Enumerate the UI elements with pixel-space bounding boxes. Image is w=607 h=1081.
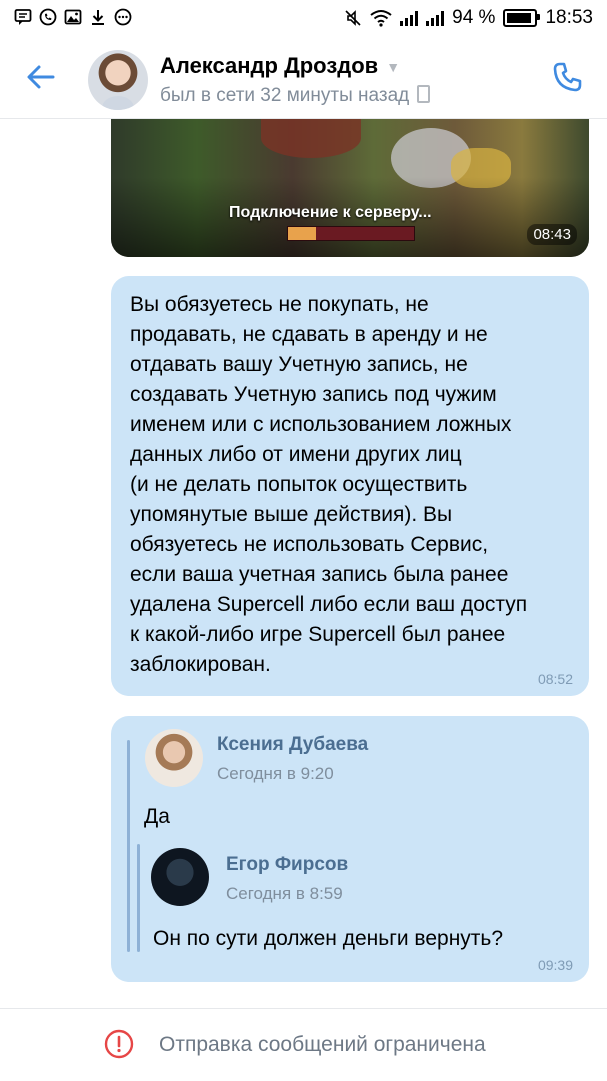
wifi-icon — [370, 10, 392, 27]
gallery-icon — [64, 9, 82, 25]
message-line: продавать, не сдавать в аренду и не — [130, 323, 488, 346]
mobile-icon — [417, 85, 431, 103]
message-line: Вы обязуетесь не покупать, не — [130, 293, 429, 316]
more-icon — [114, 8, 132, 26]
nested-forward-text: Он по сути должен деньги вернуть? — [153, 927, 504, 950]
signal-icon — [400, 10, 419, 26]
message-line: отдавать вашу Учетную запись, не — [130, 353, 468, 376]
notification-icons — [14, 8, 132, 26]
signal-icon — [426, 10, 445, 26]
warning-circle-icon — [104, 1029, 134, 1059]
battery-icon — [503, 9, 541, 27]
forward-date: Сегодня в 9:20 — [217, 764, 334, 783]
clock: 18:53 — [545, 7, 593, 28]
download-icon — [92, 10, 104, 25]
chat-header: Александр Дроздов ▼ был в сети 32 минуты … — [0, 38, 607, 119]
image-message[interactable]: Подключение к серверу... 08:43 — [111, 118, 589, 257]
nested-quote-bar — [137, 844, 140, 952]
message-line: обязуетесь не использовать Сервис, — [130, 533, 489, 556]
system-indicators: 94 % 18:53 — [344, 7, 593, 29]
message-text: Вы обязуетесь не покупать, не продавать,… — [130, 290, 575, 680]
loading-bar — [287, 226, 415, 241]
back-arrow-icon[interactable] — [24, 60, 58, 94]
forward-author[interactable]: Ксения Дубаева — [217, 734, 368, 756]
last-seen: был в сети 32 минуты назад — [160, 85, 431, 107]
status-bar: 94 % 18:53 — [0, 0, 607, 38]
message-line: (и не делать попыток осуществить — [130, 473, 468, 496]
message-line: удалена Supercell либо если ваш доступ — [130, 593, 528, 616]
phone-call-icon[interactable] — [551, 60, 585, 94]
text-message[interactable]: Вы обязуетесь не покупать, не продавать,… — [111, 276, 589, 696]
image-caption: Подключение к серверу... — [229, 204, 432, 221]
avatar[interactable] — [151, 848, 209, 906]
last-seen-text: был в сети 32 минуты назад — [160, 85, 410, 106]
mute-icon — [345, 10, 361, 26]
forwarded-message[interactable]: Ксения Дубаева Сегодня в 9:20 Да Егор Фи… — [111, 716, 589, 982]
quote-bar — [127, 740, 130, 952]
notice-text: Отправка сообщений ограничена — [159, 1033, 486, 1056]
loading-bar-fill — [288, 227, 316, 240]
battery-percent: 94 % — [452, 7, 496, 28]
message-line: если ваша учетная запись была ранее — [130, 563, 509, 586]
avatar[interactable] — [145, 729, 203, 787]
message-time: 08:43 — [527, 224, 577, 245]
forward-text: Да — [144, 805, 170, 828]
contact-name-text: Александр Дроздов — [160, 53, 379, 78]
contact-name[interactable]: Александр Дроздов ▼ — [160, 53, 400, 79]
message-icon — [14, 9, 32, 25]
message-time: 09:39 — [537, 957, 573, 973]
whatsapp-icon — [39, 8, 57, 26]
composer-disabled-notice: Отправка сообщений ограничена — [0, 1008, 607, 1081]
avatar[interactable] — [88, 50, 148, 110]
chevron-down-icon: ▼ — [386, 59, 401, 76]
message-line: данных либо от имени других лиц — [130, 443, 462, 466]
message-line: к какой-либо игре Supercell был ранее — [130, 623, 506, 646]
message-line: именем или с использованием ложных — [130, 413, 512, 436]
message-line: создавать Учетную запись под чужим — [130, 383, 497, 406]
message-time: 08:52 — [537, 671, 573, 687]
message-line: заблокирован. — [130, 653, 271, 676]
nested-forward-author[interactable]: Егор Фирсов — [226, 854, 348, 876]
nested-forward-date: Сегодня в 8:59 — [226, 884, 343, 903]
message-line: упомянутые выше действия). Вы — [130, 503, 453, 526]
image-detail — [261, 118, 361, 158]
